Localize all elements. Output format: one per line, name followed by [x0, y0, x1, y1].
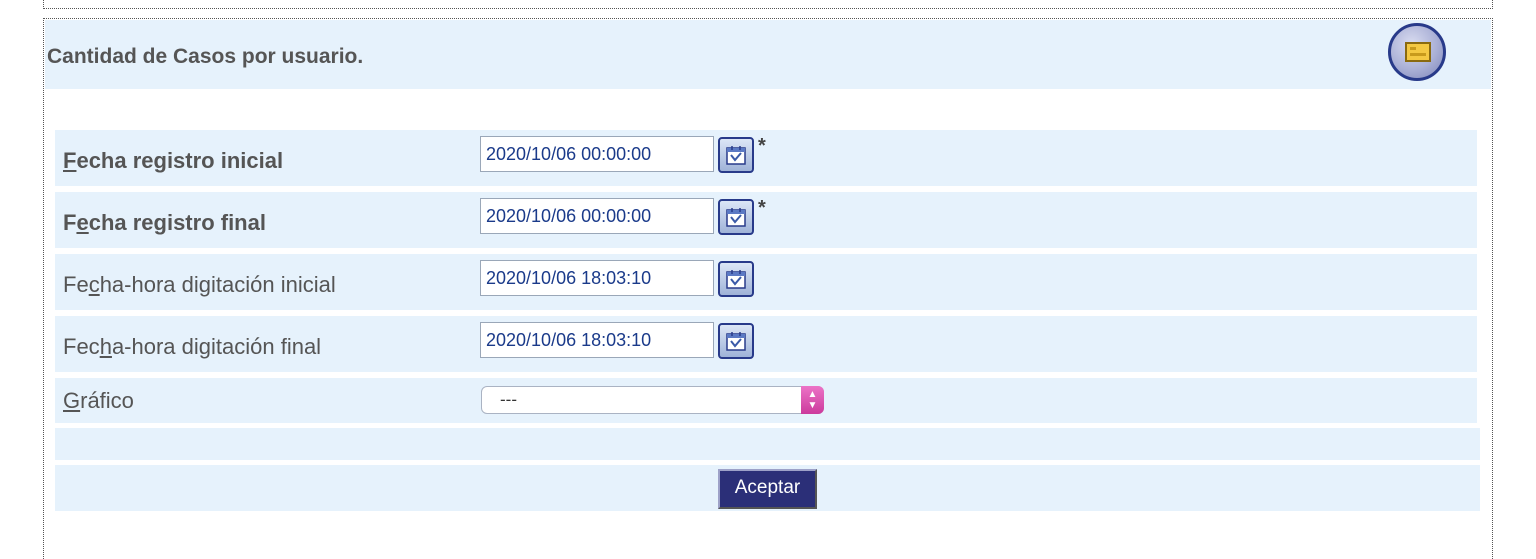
field-row-fecha-hora-digitacion-inicial: Fecha-hora digitación inicial [55, 254, 1477, 310]
grafico-select[interactable]: --- ▲ ▼ [481, 386, 824, 414]
access-key: F [63, 148, 77, 173]
report-form-panel: Cantidad de Casos por usuario. Fecha reg… [43, 18, 1493, 559]
access-key: c [88, 272, 100, 297]
previous-section-border [43, 0, 1493, 9]
accept-button[interactable]: Aceptar [718, 469, 817, 509]
fecha-hora-digitacion-final-input[interactable] [480, 322, 714, 358]
access-key: G [63, 388, 81, 413]
field-row-fecha-registro-inicial: Fecha registro inicial * [55, 130, 1477, 186]
required-marker: * [758, 197, 766, 219]
report-icon[interactable] [1388, 23, 1446, 81]
field-row-grafico: Gráfico --- ▲ ▼ [55, 378, 1477, 423]
calendar-icon[interactable] [718, 323, 754, 359]
field-label: Gráfico [63, 388, 134, 413]
required-marker: * [758, 135, 766, 157]
field-row-fecha-hora-digitacion-final: Fecha-hora digitación final [55, 316, 1477, 372]
fecha-registro-inicial-input[interactable] [480, 136, 714, 172]
field-label: Fecha-hora digitación final [63, 334, 322, 359]
page-title: Cantidad de Casos por usuario. [47, 45, 364, 68]
fecha-hora-digitacion-inicial-input[interactable] [480, 260, 714, 296]
report-header: Cantidad de Casos por usuario. [45, 20, 1491, 89]
field-label: Fecha registro final [63, 210, 266, 235]
access-key: e [76, 210, 89, 235]
actions-row: Aceptar [55, 465, 1480, 511]
access-key: h [99, 334, 112, 359]
fecha-registro-final-input[interactable] [480, 198, 714, 234]
field-label: Fecha registro inicial [63, 148, 284, 173]
spacer-row [55, 428, 1480, 460]
calendar-icon[interactable] [718, 137, 754, 173]
calendar-icon[interactable] [718, 261, 754, 297]
calendar-icon[interactable] [718, 199, 754, 235]
field-label: Fecha-hora digitación inicial [63, 272, 336, 297]
field-row-fecha-registro-final: Fecha registro final * [55, 192, 1477, 248]
chevron-updown-icon: ▲ ▼ [801, 386, 824, 414]
select-value: --- [500, 390, 517, 409]
